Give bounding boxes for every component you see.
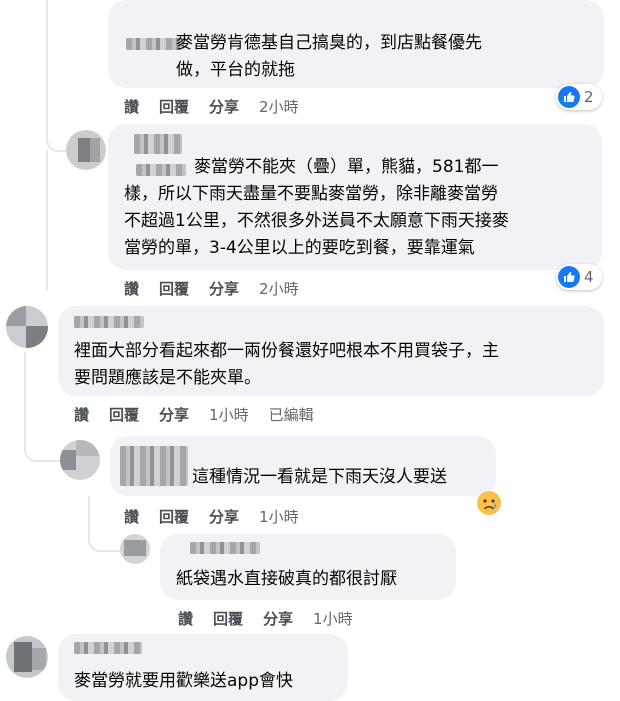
comment-bubble: 麥當勞就要用歡樂送app會快 (58, 634, 348, 701)
reaction-count[interactable]: 2 (556, 84, 602, 110)
comment-bubble: 裡面大部分看起來都一兩份餐還好吧根本不用買袋子，主 要問題應該是不能夾單。 (58, 306, 604, 396)
like-button[interactable]: 讚 (124, 506, 139, 527)
like-button[interactable]: 讚 (74, 404, 89, 425)
commenter-name[interactable] (74, 316, 144, 328)
timestamp-link[interactable]: 1小時 (313, 608, 353, 629)
sad-face-emoji[interactable] (476, 490, 502, 516)
timestamp-link[interactable]: 2小時 (259, 278, 299, 299)
avatar[interactable] (6, 636, 48, 678)
like-icon (558, 266, 580, 288)
like-button[interactable]: 讚 (124, 96, 139, 117)
like-button[interactable]: 讚 (178, 608, 193, 629)
thread-connector (24, 430, 60, 462)
comment-bubble: 紙袋遇水直接破真的都很討厭 (160, 534, 456, 600)
comment-bubble: 這種情況一看就是下雨天沒人要送 (110, 436, 496, 496)
avatar[interactable] (60, 440, 100, 480)
comment-text: 麥當勞不能夾（疊）單，熊貓，581都一 樣，所以下雨天盡量不要點麥當勞，除非離麥… (124, 157, 509, 258)
like-button[interactable]: 讚 (124, 278, 139, 299)
commenter-name[interactable] (134, 134, 182, 154)
comment-actions: 讚 回覆 分享 2小時 (124, 278, 319, 299)
comment-actions: 讚 回覆 分享 1小時 已編輯 (74, 404, 334, 425)
reaction-count[interactable]: 4 (556, 264, 602, 290)
commenter-name[interactable] (74, 642, 142, 654)
share-button[interactable]: 分享 (263, 608, 293, 629)
like-icon (558, 86, 580, 108)
reaction-count-label: 4 (584, 268, 594, 286)
reply-button[interactable]: 回覆 (213, 608, 243, 629)
comment-text: 麥當勞肯德基自己搞臭的，到店點餐優先 做，平台的就拖 (176, 33, 482, 80)
reaction-count-label: 2 (584, 88, 594, 106)
thread-line (46, 150, 48, 290)
timestamp-link[interactable]: 2小時 (259, 96, 299, 117)
thread-connector (88, 520, 120, 552)
commenter-name[interactable] (190, 542, 260, 554)
comment-actions: 讚 回覆 分享 1小時 (178, 608, 373, 629)
avatar[interactable] (120, 534, 150, 564)
avatar[interactable] (6, 306, 48, 348)
comment-text: 裡面大部分看起來都一兩份餐還好吧根本不用買袋子，主 要問題應該是不能夾單。 (74, 341, 499, 388)
thread-line (24, 352, 26, 442)
comment-bubble: 麥當勞肯德基自己搞臭的，到店點餐優先 做，平台的就拖 (108, 0, 604, 88)
share-button[interactable]: 分享 (209, 506, 239, 527)
commenter-name[interactable] (120, 446, 188, 486)
reply-button[interactable]: 回覆 (159, 96, 189, 117)
reply-button[interactable]: 回覆 (159, 278, 189, 299)
timestamp-link[interactable]: 1小時 (259, 506, 299, 527)
timestamp-link[interactable]: 1小時 (209, 404, 249, 425)
comment-actions: 讚 回覆 分享 1小時 (124, 506, 319, 527)
comment-actions: 讚 回覆 分享 2小時 (124, 96, 319, 117)
comment-bubble: 麥當勞不能夾（疊）單，熊貓，581都一 樣，所以下雨天盡量不要點麥當勞，除非離麥… (108, 124, 602, 270)
comment-text: 這種情況一看就是下雨天沒人要送 (192, 467, 447, 487)
reply-button[interactable]: 回覆 (159, 506, 189, 527)
share-button[interactable]: 分享 (209, 96, 239, 117)
reply-button[interactable]: 回覆 (109, 404, 139, 425)
avatar[interactable] (66, 130, 106, 170)
comment-text: 麥當勞就要用歡樂送app會快 (74, 671, 293, 691)
comment-text: 紙袋遇水直接破真的都很討厭 (176, 569, 397, 589)
share-button[interactable]: 分享 (159, 404, 189, 425)
thread-line (46, 0, 48, 120)
edited-label: 已編輯 (268, 406, 314, 424)
share-button[interactable]: 分享 (209, 278, 239, 299)
